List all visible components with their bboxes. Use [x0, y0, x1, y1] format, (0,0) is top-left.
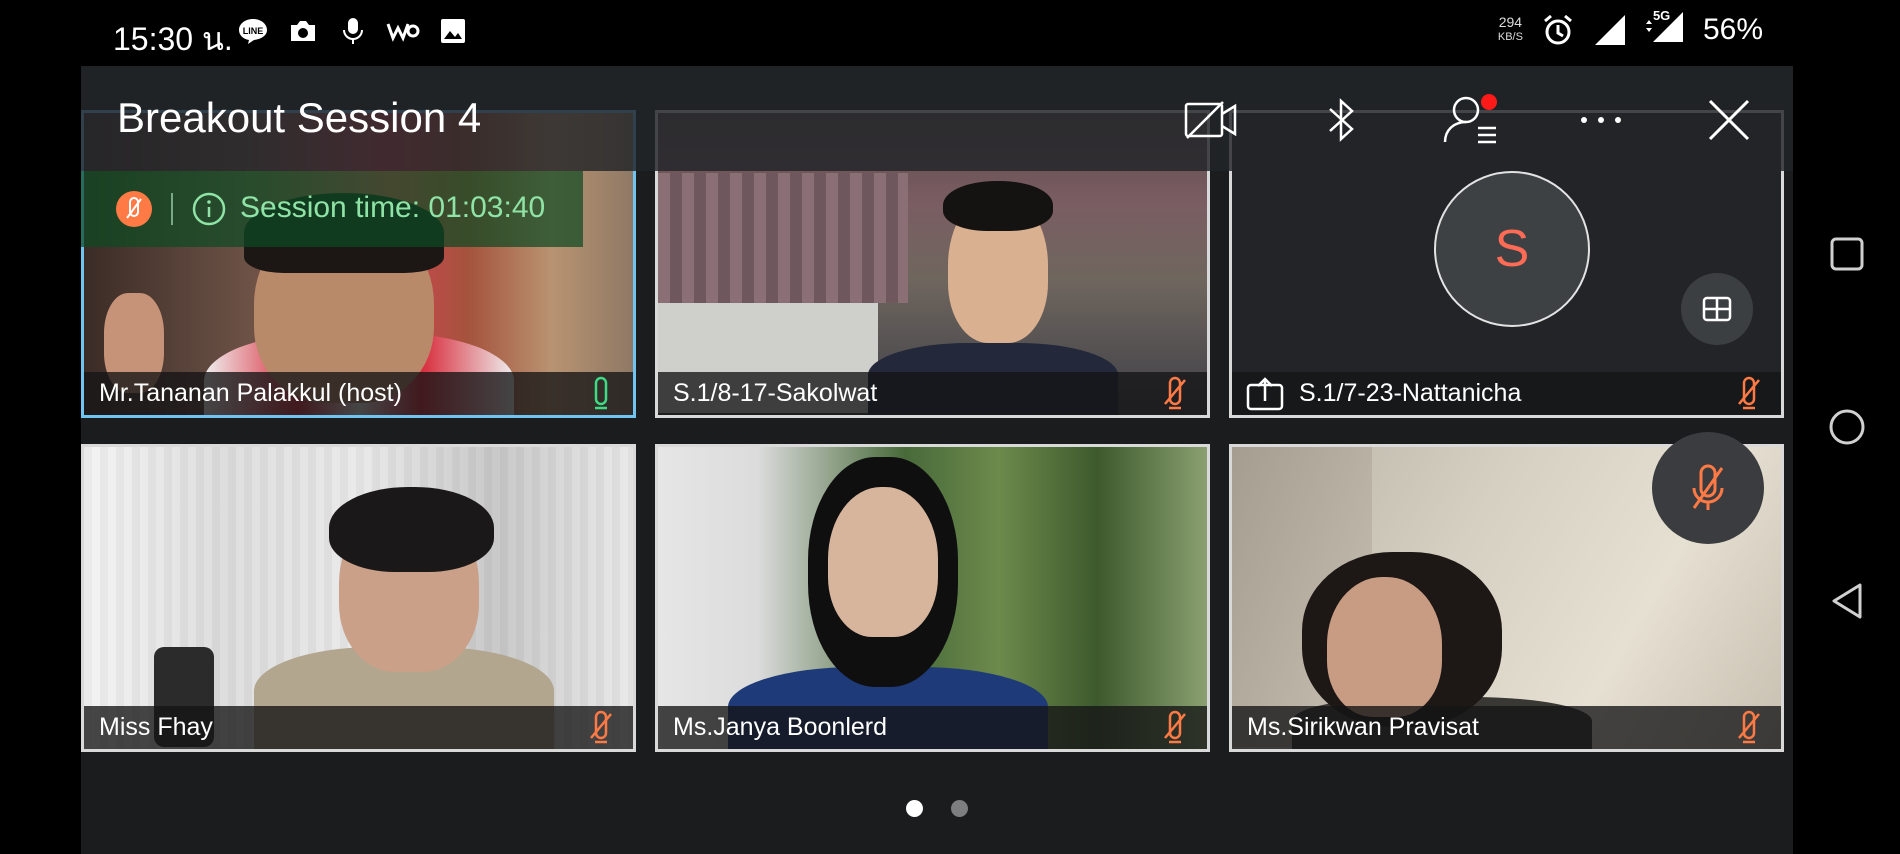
- notification-icons: LINE: [236, 14, 470, 48]
- back-button[interactable]: [1827, 581, 1867, 621]
- back-triangle-icon: [1832, 583, 1862, 619]
- video-off-icon: [1184, 101, 1237, 139]
- participant-name-bar: Ms.Sirikwan Pravisat: [1232, 706, 1781, 749]
- participant-name-bar: S.1/8-17-Sakolwat: [658, 372, 1207, 415]
- video-feed: [84, 447, 633, 749]
- status-right: 294 KB/S 5G 56%: [1497, 8, 1763, 49]
- home-circle-icon: [1829, 409, 1865, 445]
- microphone-icon: [336, 14, 370, 48]
- participant-name-bar: Miss Fhay: [84, 706, 633, 749]
- participant-name: Ms.Janya Boonlerd: [673, 713, 888, 741]
- status-time: 15:30 น.: [113, 21, 233, 57]
- mic-muted-icon: [1738, 710, 1760, 744]
- page-dot[interactable]: [951, 800, 968, 817]
- camera-icon: [286, 14, 320, 48]
- participant-name-bar: Ms.Janya Boonlerd: [658, 706, 1207, 749]
- participant-name: S.1/8-17-Sakolwat: [673, 379, 878, 407]
- session-time-value: 01:03:40: [428, 191, 546, 224]
- battery-level: 56%: [1702, 12, 1763, 46]
- signal-5g-icon: 5G: [1645, 8, 1685, 49]
- net-speed-unit: KB/S: [1497, 30, 1523, 43]
- page-indicator: [81, 800, 1793, 817]
- home-button[interactable]: [1827, 407, 1867, 447]
- mic-muted-icon: [1692, 464, 1724, 510]
- more-icon: [1581, 117, 1621, 123]
- participant-name: Miss Fhay: [99, 713, 213, 741]
- participant-name: Ms.Sirikwan Pravisat: [1247, 713, 1479, 741]
- page-dot-active[interactable]: [906, 800, 923, 817]
- notification-badge: [1481, 94, 1497, 110]
- video-tile-participant[interactable]: Ms.Janya Boonlerd: [655, 444, 1210, 752]
- mic-muted-icon: [1738, 376, 1760, 410]
- session-time-label: Session time:: [240, 191, 421, 224]
- alarm-icon: [1543, 14, 1572, 44]
- grid-icon: [1702, 296, 1732, 322]
- grid-view-button[interactable]: [1681, 273, 1753, 345]
- webex-icon: [386, 14, 420, 48]
- mic-muted-icon: [1164, 376, 1186, 410]
- signal-icon: [1594, 14, 1625, 45]
- bluetooth-button[interactable]: [1311, 90, 1371, 150]
- svg-text:LINE: LINE: [243, 26, 264, 36]
- session-time: Session time: 01:03:40: [240, 191, 545, 225]
- bluetooth-icon: [1329, 98, 1354, 142]
- banner-divider: [171, 193, 173, 225]
- mic-muted-indicator[interactable]: [116, 191, 152, 227]
- video-feed: [658, 447, 1207, 749]
- participants-button[interactable]: [1441, 90, 1501, 150]
- session-time-banner: Session time: 01:03:40: [81, 171, 583, 247]
- info-icon: [192, 192, 226, 226]
- share-screen-icon: [1246, 376, 1284, 410]
- video-tile-participant[interactable]: Miss Fhay: [81, 444, 636, 752]
- meeting-toolbar: Breakout Session 4: [81, 66, 1793, 171]
- participant-name: Mr.Tananan Palakkul (host): [99, 379, 402, 407]
- meeting-app: 15:30 น. LINE 294 KB/S 5G 56% Mr.Tananan…: [81, 0, 1793, 854]
- network-speed: 294 KB/S: [1497, 13, 1523, 45]
- microphone-icon: [594, 376, 608, 410]
- more-options-button[interactable]: [1571, 90, 1631, 150]
- recents-button[interactable]: [1827, 234, 1867, 274]
- meeting-title: Breakout Session 4: [117, 94, 482, 141]
- participant-name: S.1/7-23-Nattanicha: [1299, 379, 1522, 407]
- network-type: 5G: [1652, 8, 1671, 23]
- recents-square-icon: [1830, 237, 1864, 271]
- avatar: S: [1434, 171, 1590, 327]
- line-app-icon: LINE: [236, 14, 270, 48]
- close-button[interactable]: [1699, 90, 1759, 150]
- participant-name-bar: S.1/7-23-Nattanicha: [1232, 372, 1781, 415]
- status-bar: 15:30 น. LINE 294 KB/S 5G 56%: [81, 0, 1793, 66]
- mic-muted-icon: [590, 710, 612, 744]
- close-icon: [1708, 99, 1750, 141]
- mic-muted-icon: [126, 197, 142, 219]
- participant-name-bar: Mr.Tananan Palakkul (host): [84, 372, 633, 415]
- video-toggle-button[interactable]: [1181, 90, 1241, 150]
- net-speed-value: 294: [1498, 13, 1523, 30]
- gallery-icon: [436, 14, 470, 48]
- unmute-button[interactable]: [1652, 432, 1764, 544]
- mic-muted-icon: [1164, 710, 1186, 744]
